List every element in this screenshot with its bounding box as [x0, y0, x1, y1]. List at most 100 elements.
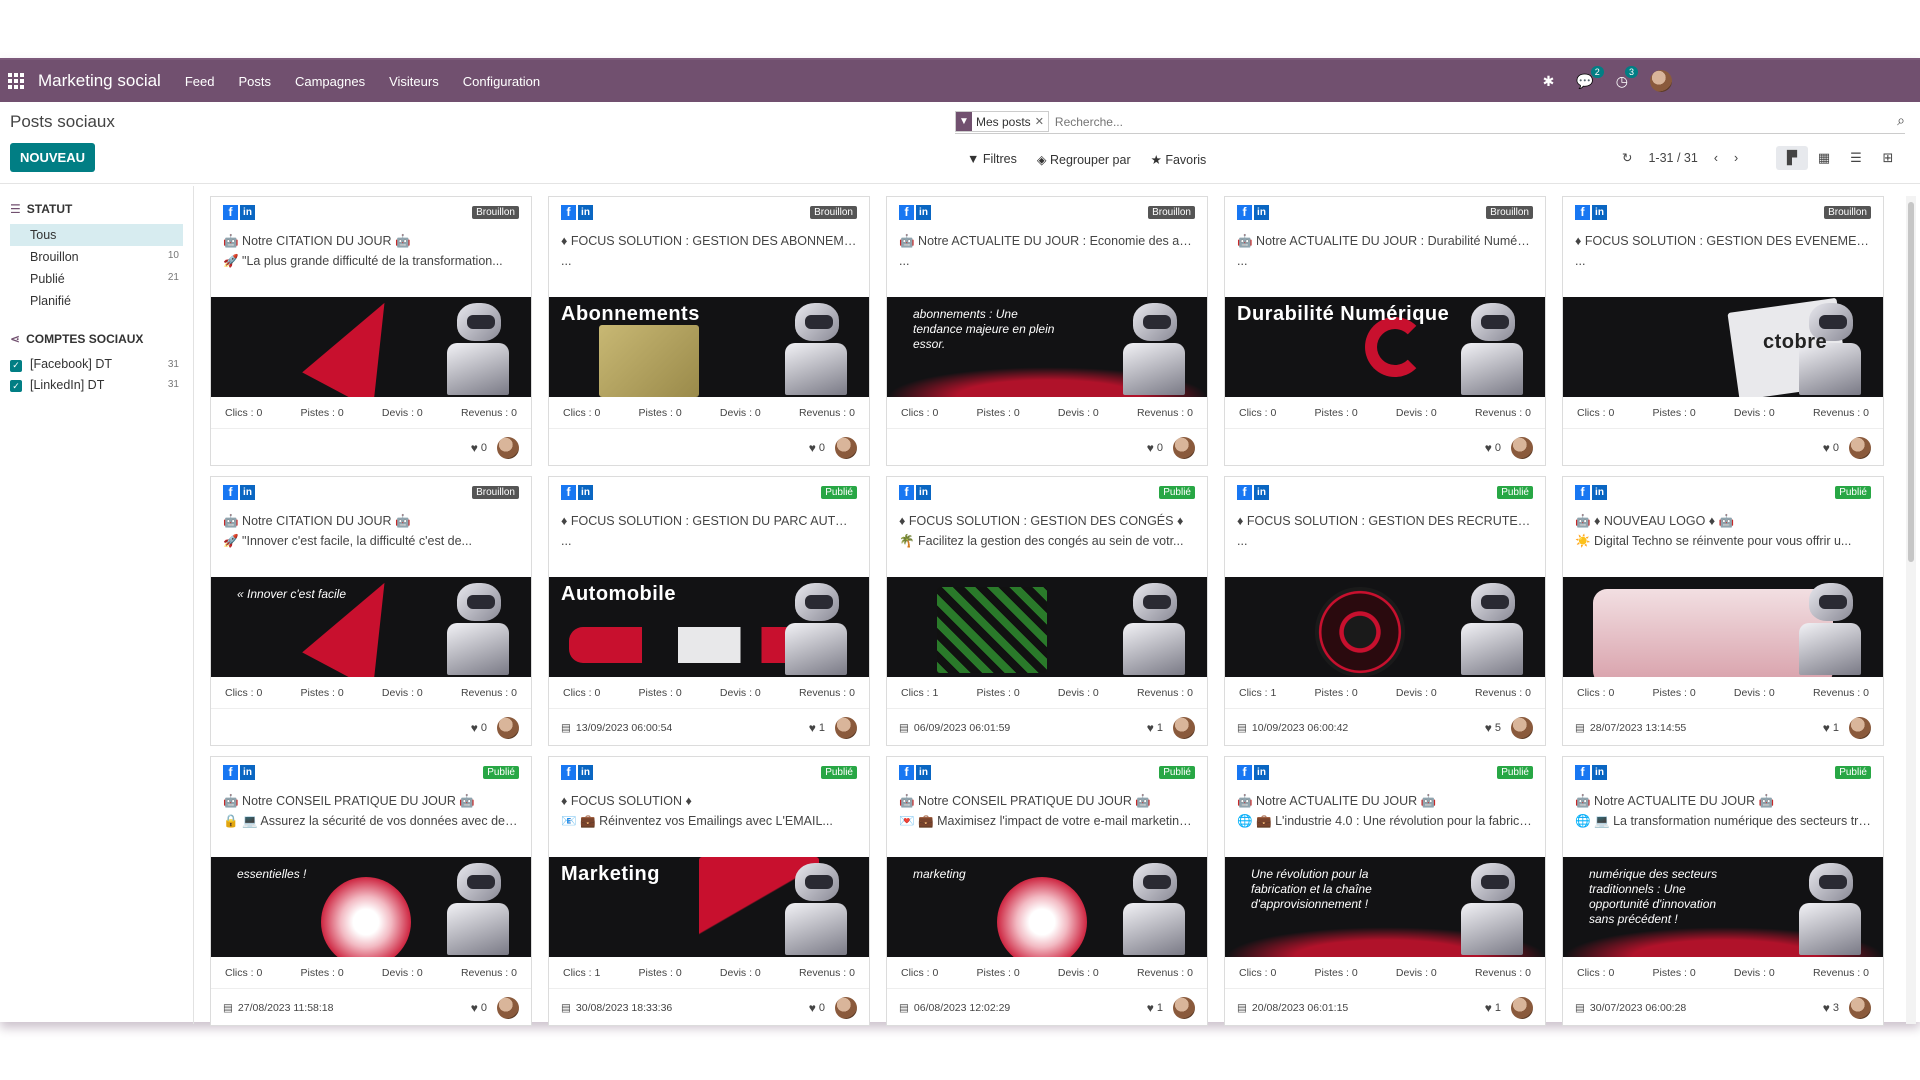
leads-stat: Pistes : 0 — [301, 407, 344, 419]
calendar-view-icon[interactable]: ▦ — [1808, 146, 1840, 170]
status-item-publie[interactable]: Publié 21 — [10, 268, 183, 290]
post-message: 🤖 Notre CITATION DU JOUR 🤖 🚀 "La plus gr… — [211, 227, 531, 297]
leads-value: 0 — [1351, 966, 1358, 979]
kanban-view-icon[interactable]: ▛ — [1776, 146, 1808, 170]
revenue-stat: Revenus : 0 — [1137, 407, 1193, 419]
post-card[interactable]: f in Publié 🤖 Notre CONSEIL PRATIQUE DU … — [886, 756, 1208, 1026]
apps-menu-icon[interactable] — [8, 73, 24, 89]
robot-illustration — [1795, 863, 1865, 955]
card-footer: ▤ ♥0 — [211, 709, 531, 747]
revenue-stat: Revenus : 0 — [1475, 407, 1531, 419]
post-card[interactable]: f in Publié 🤖 ♦ NOUVEAU LOGO ♦ 🤖 ☀️ Digi… — [1562, 476, 1884, 746]
favorites-button[interactable]: ★ Favoris — [1151, 152, 1207, 167]
post-message: ♦ FOCUS SOLUTION : GESTION DU PARC AUTOM… — [549, 507, 869, 577]
new-button[interactable]: NOUVEAU — [10, 143, 96, 172]
menu-configuration[interactable]: Configuration — [463, 74, 540, 89]
status-badge: Publié — [1835, 485, 1871, 499]
post-card[interactable]: f in Publié ♦ FOCUS SOLUTION : GESTION D… — [886, 476, 1208, 746]
card-stats: Clics : 0 Pistes : 0 Devis : 0 Revenus :… — [1225, 397, 1545, 429]
post-card[interactable]: f in Publié ♦ FOCUS SOLUTION ♦ 📧 💼 Réinv… — [548, 756, 870, 1026]
post-card[interactable]: f in Publié 🤖 Notre CONSEIL PRATIQUE DU … — [210, 756, 532, 1026]
heart-icon: ♥ — [808, 441, 816, 455]
post-card[interactable]: f in Brouillon 🤖 Notre CITATION DU JOUR … — [210, 196, 532, 466]
account-linkedin[interactable]: ✓ [LinkedIn] DT 31 — [10, 375, 183, 396]
favorites-label: Favoris — [1165, 153, 1207, 167]
clicks-stat: Clics : 0 — [1577, 407, 1614, 419]
scrollbar-thumb[interactable] — [1908, 202, 1914, 562]
scrollbar[interactable] — [1906, 196, 1916, 1024]
post-card[interactable]: f in Publié ♦ FOCUS SOLUTION : GESTION D… — [548, 476, 870, 746]
quotes-label: Devis : — [1395, 686, 1428, 699]
author-avatar — [1511, 717, 1533, 739]
search-icon[interactable]: ⌕ — [1897, 112, 1905, 129]
clicks-label: Clics : — [225, 686, 254, 699]
post-card[interactable]: f in Brouillon 🤖 Notre ACTUALITE DU JOUR… — [1224, 196, 1546, 466]
revenue-value: 0 — [511, 686, 517, 699]
group-by-label: Regrouper par — [1050, 153, 1131, 167]
robot-illustration — [1457, 303, 1527, 395]
post-line-2: 📧 💼 Réinventez vos Emailings avec L'EMAI… — [561, 814, 833, 828]
card-footer: ▤ ♥0 — [211, 429, 531, 467]
user-avatar[interactable] — [1650, 70, 1672, 92]
messages-icon[interactable]: 💬 2 — [1576, 65, 1604, 90]
card-header: f in Publié — [1563, 757, 1883, 787]
status-badge: Brouillon — [810, 205, 857, 219]
heart-icon: ♥ — [1484, 441, 1492, 455]
post-card[interactable]: f in Publié ♦ FOCUS SOLUTION : GESTION D… — [1224, 476, 1546, 746]
facebook-icon: f — [561, 764, 576, 780]
menu-feed[interactable]: Feed — [185, 74, 215, 89]
facet-remove-icon[interactable]: ✕ — [1035, 115, 1048, 128]
clicks-value: 1 — [1270, 686, 1277, 699]
clicks-value: 0 — [594, 406, 601, 419]
post-line-2: ... — [561, 534, 572, 548]
quotes-value: 0 — [416, 966, 423, 979]
app-title[interactable]: Marketing social — [38, 71, 161, 91]
leads-label: Pistes : — [300, 686, 335, 699]
revenue-stat: Revenus : 0 — [1813, 407, 1869, 419]
post-card[interactable]: f in Publié 🤖 Notre ACTUALITE DU JOUR 🤖 … — [1562, 756, 1884, 1026]
calendar-icon: ▤ — [899, 1002, 909, 1014]
pager-previous-icon[interactable]: ‹ — [1714, 151, 1718, 165]
quotes-stat: Devis : 0 — [1058, 967, 1099, 979]
clicks-label: Clics : — [225, 966, 254, 979]
heart-icon: ♥ — [808, 721, 816, 735]
leads-value: 0 — [1013, 686, 1020, 699]
activities-clock-icon[interactable]: ◷ 3 — [1616, 65, 1638, 90]
status-item-tous[interactable]: Tous — [10, 224, 183, 246]
status-item-brouillon[interactable]: Brouillon 10 — [10, 246, 183, 268]
revenue-label: Revenus : — [798, 406, 847, 419]
menu-posts[interactable]: Posts — [238, 74, 271, 89]
menu-visiteurs[interactable]: Visiteurs — [389, 74, 439, 89]
status-item-planifie[interactable]: Planifié — [10, 290, 183, 312]
refresh-icon[interactable]: ↻ — [1622, 150, 1632, 165]
checkbox-checked-icon[interactable]: ✓ — [10, 380, 22, 392]
search-input[interactable] — [1054, 114, 1905, 129]
revenue-label: Revenus : — [1136, 966, 1185, 979]
author-avatar — [1511, 997, 1533, 1019]
account-label: [LinkedIn] DT — [30, 377, 105, 392]
account-label: [Facebook] DT — [30, 357, 112, 371]
leads-stat: Pistes : 0 — [1315, 687, 1358, 699]
account-facebook[interactable]: ✓ [Facebook] DT 31 — [10, 354, 183, 375]
checkbox-checked-icon[interactable]: ✓ — [10, 359, 22, 372]
post-card[interactable]: f in Brouillon ♦ FOCUS SOLUTION : GESTIO… — [1562, 196, 1884, 466]
list-view-icon[interactable]: ☰ — [1840, 146, 1872, 170]
post-card[interactable]: f in Brouillon ♦ FOCUS SOLUTION : GESTIO… — [548, 196, 870, 466]
bug-icon[interactable]: ✱ — [1543, 73, 1555, 90]
leads-value: 0 — [675, 686, 682, 699]
publish-date: ▤ 28/07/2023 13:14:55 — [1575, 722, 1686, 734]
date-value: 27/08/2023 11:58:18 — [237, 1002, 334, 1014]
filters-button[interactable]: ▼ Filtres — [967, 152, 1017, 167]
clicks-value: 0 — [1608, 686, 1615, 699]
group-by-button[interactable]: ◈ Regrouper par — [1037, 152, 1131, 167]
pager-value[interactable]: 1-31 / 31 — [1648, 151, 1697, 165]
revenue-stat: Revenus : 0 — [1813, 967, 1869, 979]
menu-campagnes[interactable]: Campagnes — [295, 74, 365, 89]
post-card[interactable]: f in Brouillon 🤖 Notre ACTUALITE DU JOUR… — [886, 196, 1208, 466]
post-card[interactable]: f in Brouillon 🤖 Notre CITATION DU JOUR … — [210, 476, 532, 746]
post-card[interactable]: f in Publié 🤖 Notre ACTUALITE DU JOUR 🤖 … — [1224, 756, 1546, 1026]
post-message: ♦ FOCUS SOLUTION : GESTION DES CONGÉS ♦ … — [887, 507, 1207, 577]
linkedin-icon: in — [240, 764, 255, 780]
pivot-view-icon[interactable]: ⊞ — [1872, 146, 1904, 170]
pager-next-icon[interactable]: › — [1734, 151, 1738, 165]
